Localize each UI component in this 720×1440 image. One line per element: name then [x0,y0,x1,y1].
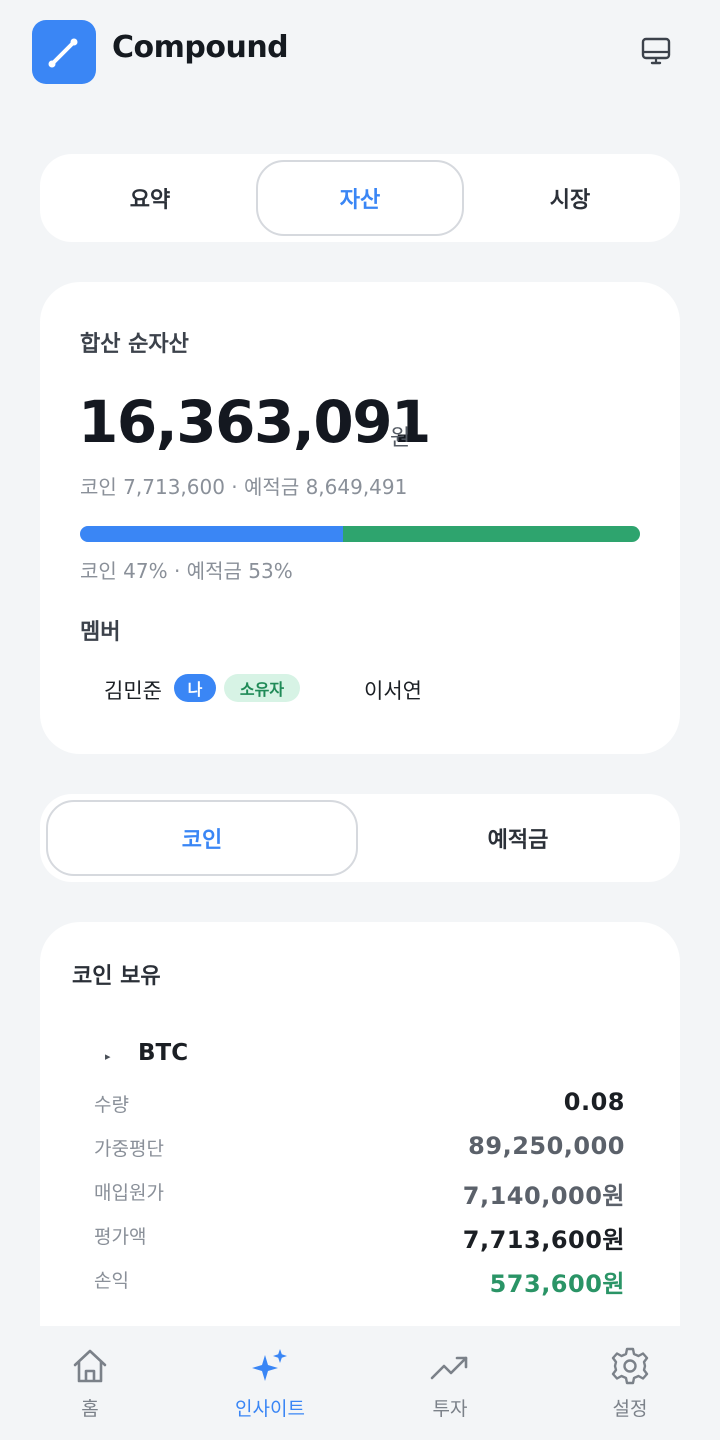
nav-insight-label: 인사이트 [235,1398,305,1420]
net-worth-unit: 원 [390,426,411,451]
expand-caret-icon[interactable]: ▸ [105,1050,111,1063]
net-worth-title: 합산 순자산 [80,332,189,357]
deposit-allocation-fill [343,526,640,542]
net-worth-breakdown: 코인 7,713,600 · 예적금 8,649,491 [80,475,408,499]
app-brand: Compound [112,30,289,65]
net-worth-total: 16,363,091 [78,388,431,456]
tab-summary[interactable]: 요약 [56,162,244,234]
pnl-label: 손익 [94,1270,129,1292]
monitor-icon [641,37,671,65]
display-mode-button[interactable] [636,34,676,70]
member-name[interactable]: 이서연 [364,675,422,705]
asset-type-tabs: 코인 예적금 [40,794,680,882]
coin-allocation-fill [80,526,344,542]
member-name[interactable]: 김민준 [104,675,162,705]
members-label: 멤버 [80,620,121,645]
nav-insight[interactable]: 인사이트 [210,1326,330,1440]
app-logo [32,20,96,84]
pnl-value: 573,600원 [489,1270,625,1298]
top-bar: Compound [0,0,720,104]
tab-coin[interactable]: 코인 [46,800,358,876]
logo-icon [48,38,78,68]
home-icon [73,1349,107,1383]
nav-settings-label: 설정 [612,1398,648,1420]
quantity-label: 수량 [94,1094,129,1116]
allocation-ratio-text: 코인 47% · 예적금 53% [80,559,293,583]
tab-assets[interactable]: 자산 [256,160,464,236]
view-tabs: 요약 자산 시장 [40,154,680,242]
trending-up-icon [430,1356,468,1380]
gear-icon [611,1347,649,1385]
cost-basis-value: 7,140,000원 [462,1182,625,1210]
allocation-bar [80,526,640,542]
tab-deposit[interactable]: 예적금 [364,802,672,874]
nav-invest[interactable]: 투자 [390,1326,510,1440]
nav-settings[interactable]: 설정 [570,1326,690,1440]
holdings-title: 코인 보유 [72,964,161,989]
cost-basis-label: 매입원가 [94,1182,164,1204]
quantity-value: 0.08 [563,1088,625,1116]
bottom-nav: 홈 인사이트 투자 설정 [0,1326,720,1440]
holding-symbol[interactable]: BTC [138,1040,188,1066]
me-badge: 나 [174,674,216,702]
owner-badge: 소유자 [224,674,300,702]
market-value-value: 7,713,600원 [462,1226,625,1254]
nav-invest-label: 투자 [432,1398,468,1420]
avg-price-value: 89,250,000 [468,1132,625,1160]
tab-market[interactable]: 시장 [476,162,664,234]
sparkle-icon [252,1349,287,1381]
market-value-label: 평가액 [94,1226,147,1248]
nav-home[interactable]: 홈 [30,1326,150,1440]
nav-home-label: 홈 [81,1398,99,1420]
avg-price-label: 가중평단 [94,1138,164,1160]
